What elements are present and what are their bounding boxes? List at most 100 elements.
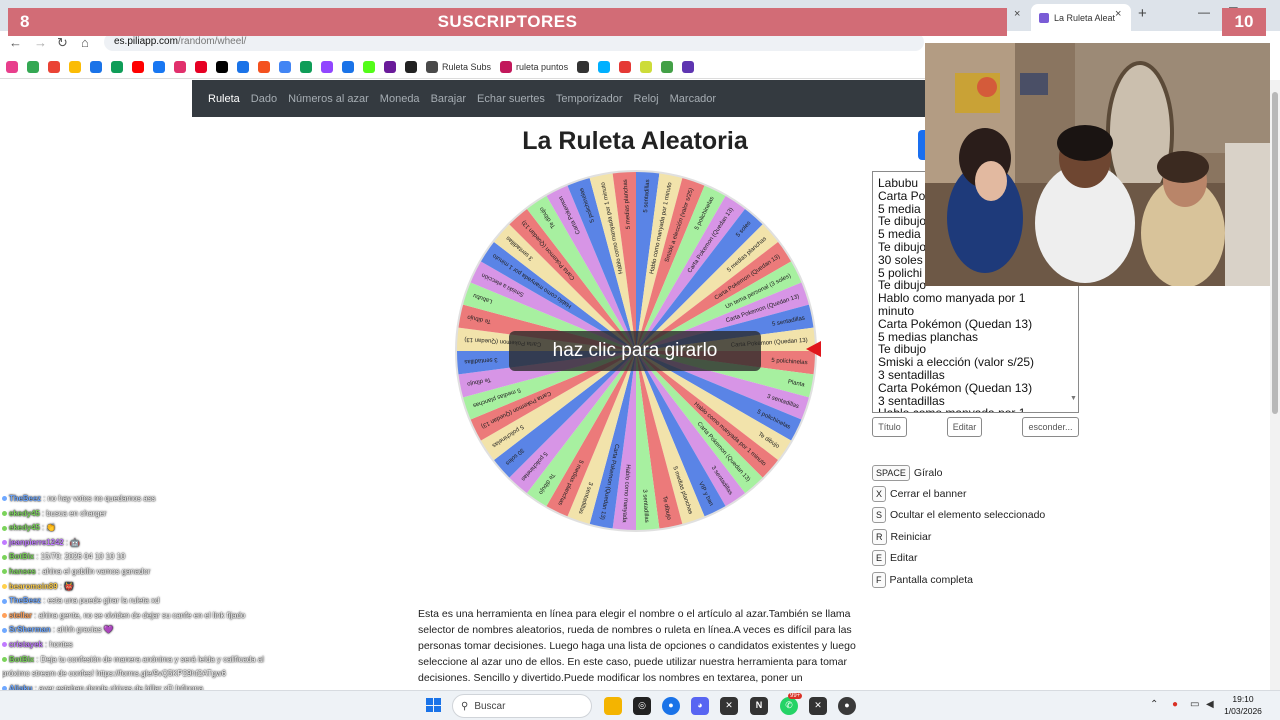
nav-item-3[interactable]: Moneda bbox=[380, 93, 420, 105]
new-tab-button[interactable]: + bbox=[1138, 5, 1147, 22]
chat-nick: ekedy45 bbox=[9, 523, 40, 533]
tray-chevron-icon[interactable]: ⌃ bbox=[1150, 699, 1158, 710]
entry-line: 3 sentadillas bbox=[878, 367, 945, 382]
windows-start-icon[interactable] bbox=[426, 698, 441, 712]
microphone-icon[interactable]: ● bbox=[1172, 699, 1178, 710]
taskbar: ⚲ Buscar ◎ ● ◕ ✕ N ✆ 99+ ✕ ● ⌃ ● ▭ ◀ 19:… bbox=[0, 690, 1280, 720]
chat-nick: cristayek bbox=[9, 639, 43, 649]
chat-message: ekedy45 : busca en charger bbox=[2, 507, 302, 522]
bookmark-icon-10[interactable] bbox=[216, 60, 228, 73]
bookmark-icon-26[interactable] bbox=[661, 60, 674, 73]
chat-badge-icon bbox=[2, 584, 7, 589]
shortcut-label: Gíralo bbox=[913, 466, 943, 479]
nav-item-2[interactable]: Números al azar bbox=[288, 93, 369, 105]
bookmark-icon-17[interactable] bbox=[363, 60, 375, 73]
clock-date: 1/03/2026 bbox=[1224, 706, 1262, 716]
bookmark-icon-2[interactable] bbox=[48, 60, 60, 73]
textarea-scroll-icon[interactable]: ▼ bbox=[1070, 395, 1077, 402]
bookmark-icon-22[interactable] bbox=[577, 60, 590, 73]
edit-button[interactable]: Editar bbox=[947, 417, 982, 437]
network-icon[interactable]: ▭ bbox=[1190, 699, 1199, 710]
chat-nick: stellar bbox=[9, 610, 32, 620]
chat-message: BotBix : 15/70: 2026 04 10 10 10 bbox=[2, 550, 302, 565]
hide-button[interactable]: esconder... bbox=[1022, 417, 1079, 437]
nav-item-7[interactable]: Reloj bbox=[634, 93, 659, 105]
bookmark-21[interactable]: ruleta puntos bbox=[500, 60, 568, 73]
bookmark-20[interactable]: Ruleta Subs bbox=[426, 60, 491, 73]
chat-badge-icon bbox=[2, 511, 7, 517]
forward-icon[interactable]: → bbox=[34, 35, 47, 50]
bookmark-icon-24[interactable] bbox=[619, 60, 632, 73]
tab-close-icon[interactable]: × bbox=[1115, 8, 1121, 20]
chat-nick: BotBix bbox=[9, 654, 35, 664]
entry-line: Hablo como manyada por 1 bbox=[878, 407, 1073, 412]
chatgpt-icon[interactable]: ◎ bbox=[633, 697, 651, 715]
webcam-overlay bbox=[925, 43, 1270, 286]
bookmark-icon-7[interactable] bbox=[153, 60, 165, 73]
bookmark-icon-25[interactable] bbox=[640, 60, 653, 73]
chat-badge-icon bbox=[2, 598, 7, 604]
bookmark-icon-12[interactable] bbox=[258, 60, 270, 73]
shortcut-label: Editar bbox=[890, 552, 918, 565]
bookmark-icon-14[interactable] bbox=[300, 60, 312, 73]
volume-icon[interactable]: ◀ bbox=[1206, 699, 1214, 710]
chat-nick: TheBeez bbox=[9, 494, 42, 503]
bookmark-icon-0[interactable] bbox=[6, 60, 18, 73]
home-icon[interactable]: ⌂ bbox=[81, 35, 89, 50]
shortcut-row: X Cerrar el banner bbox=[872, 483, 1045, 504]
chat-text: busca en charger bbox=[46, 508, 107, 518]
bookmark-icon-15[interactable] bbox=[321, 60, 333, 73]
description-text: Esta es una herramienta en línea para el… bbox=[418, 608, 856, 684]
spin-button[interactable]: haz clic para girarlo bbox=[509, 331, 761, 371]
bookmark-icon-4[interactable] bbox=[90, 60, 102, 73]
whatsapp-icon[interactable]: ✆ bbox=[780, 697, 798, 715]
nav-item-4[interactable]: Barajar bbox=[431, 93, 466, 105]
file-explorer-icon[interactable] bbox=[604, 697, 622, 715]
bookmark-icon-27[interactable] bbox=[682, 60, 695, 73]
tab-favicon-icon bbox=[1039, 12, 1049, 23]
chat-badge-icon bbox=[2, 554, 7, 560]
bookmark-icon-3[interactable] bbox=[69, 60, 81, 73]
bookmark-icon-16[interactable] bbox=[342, 60, 354, 73]
bookmark-icon-1[interactable] bbox=[27, 60, 39, 73]
bookmark-icon-11[interactable] bbox=[237, 60, 249, 73]
chat-message: ekedy45 : 👏 bbox=[2, 521, 302, 536]
notion-icon[interactable]: N bbox=[750, 697, 768, 715]
nav-item-6[interactable]: Temporizador bbox=[556, 93, 623, 105]
bookmark-icon-8[interactable] bbox=[174, 60, 186, 73]
chrome-icon[interactable]: ● bbox=[662, 697, 680, 715]
obs-icon[interactable]: ● bbox=[838, 697, 856, 715]
nav-item-8[interactable]: Marcador bbox=[670, 93, 716, 105]
shortcut-label: Cerrar el banner bbox=[890, 488, 967, 501]
capcut-icon[interactable]: ✕ bbox=[720, 697, 738, 715]
bookmark-icon-6[interactable] bbox=[132, 60, 144, 73]
webcam-image bbox=[925, 43, 1270, 286]
taskbar-clock[interactable]: 19:10 1/03/2026 bbox=[1222, 693, 1264, 717]
tab-close-icon-prev[interactable]: × bbox=[1014, 8, 1020, 20]
nav-item-5[interactable]: Echar suertes bbox=[477, 93, 545, 105]
bookmark-icon-5[interactable] bbox=[111, 60, 123, 73]
chat-nick: jeanpierre1242 bbox=[9, 537, 64, 547]
back-icon[interactable]: ← bbox=[9, 35, 22, 50]
minimize-icon[interactable]: — bbox=[1198, 5, 1210, 19]
discord-icon[interactable]: ◕ bbox=[691, 697, 709, 715]
bookmark-icon-19[interactable] bbox=[405, 60, 417, 73]
page-scrollbar-thumb[interactable] bbox=[1272, 92, 1278, 414]
subscribers-title: SUSCRIPTORES bbox=[437, 12, 578, 31]
reload-icon[interactable]: ↻ bbox=[57, 35, 68, 51]
chat-text: ahhh gracias 💜 bbox=[57, 625, 114, 635]
nav-item-1[interactable]: Dado bbox=[251, 93, 277, 105]
capcut-icon-2[interactable]: ✕ bbox=[809, 697, 827, 715]
url-path: /random/wheel/ bbox=[177, 36, 247, 47]
shortcut-label: Ocultar el elemento seleccionado bbox=[890, 509, 1046, 522]
taskbar-search[interactable]: ⚲ Buscar bbox=[452, 694, 592, 718]
bookmark-icon-23[interactable] bbox=[598, 60, 611, 73]
bookmark-favicon-icon bbox=[426, 60, 438, 73]
title-button[interactable]: Título bbox=[872, 417, 907, 437]
shortcut-row: E Editar bbox=[872, 548, 1045, 569]
chat-badge-icon bbox=[2, 642, 7, 648]
bookmark-icon-9[interactable] bbox=[195, 60, 207, 73]
nav-item-0[interactable]: Ruleta bbox=[208, 93, 240, 105]
bookmark-icon-18[interactable] bbox=[384, 60, 396, 73]
bookmark-icon-13[interactable] bbox=[279, 60, 291, 73]
